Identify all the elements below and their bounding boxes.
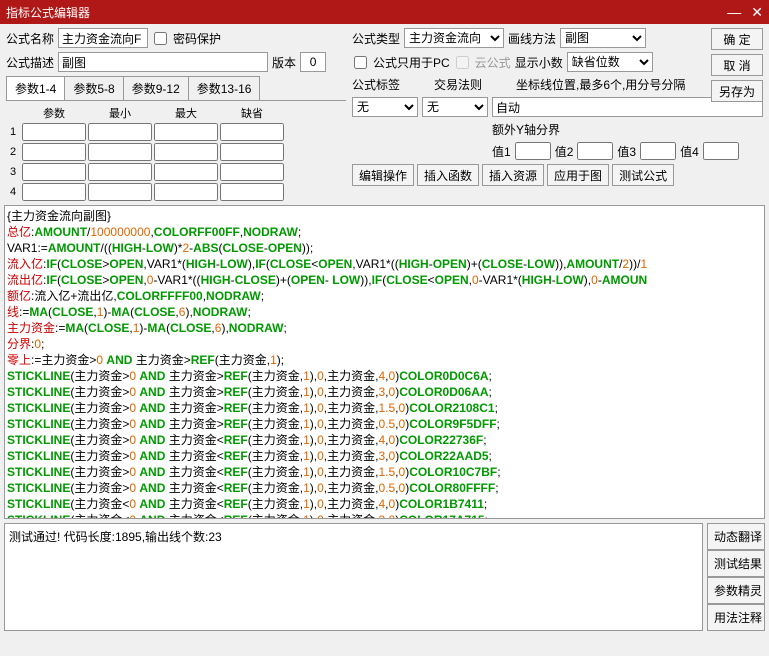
- pwd-protect-checkbox[interactable]: [154, 32, 167, 45]
- p1-def[interactable]: [220, 123, 284, 141]
- formula-name-label: 公式名称: [6, 30, 54, 47]
- pc-only-label: 公式只用于PC: [373, 54, 450, 71]
- p2-max[interactable]: [154, 143, 218, 161]
- p1-max[interactable]: [154, 123, 218, 141]
- p3-max[interactable]: [154, 163, 218, 181]
- pc-only-checkbox[interactable]: [354, 56, 367, 69]
- pwd-protect-label: 密码保护: [173, 30, 221, 47]
- version-input[interactable]: [300, 52, 326, 72]
- insert-func-button[interactable]: 插入函数: [417, 164, 479, 186]
- formula-type-select[interactable]: 主力资金流向: [404, 28, 504, 48]
- insert-res-button[interactable]: 插入资源: [482, 164, 544, 186]
- p3-name[interactable]: [22, 163, 86, 181]
- p4-max[interactable]: [154, 183, 218, 201]
- usage-button[interactable]: 用法注释: [707, 604, 765, 631]
- p1-min[interactable]: [88, 123, 152, 141]
- test-result-button[interactable]: 测试结果: [707, 550, 765, 577]
- p4-name[interactable]: [22, 183, 86, 201]
- formula-desc-input[interactable]: [58, 52, 268, 72]
- param-wizard-button[interactable]: 参数精灵: [707, 577, 765, 604]
- formula-desc-label: 公式描述: [6, 54, 54, 71]
- p4-min[interactable]: [88, 183, 152, 201]
- tab-param-13-16[interactable]: 参数13-16: [188, 76, 261, 100]
- y1-input[interactable]: [515, 142, 551, 160]
- p1-name[interactable]: [22, 123, 86, 141]
- cloud-label: 云公式: [475, 54, 511, 71]
- cancel-button[interactable]: 取 消: [711, 54, 763, 76]
- close-icon[interactable]: ✕: [751, 4, 763, 21]
- y4-input[interactable]: [703, 142, 739, 160]
- show-decimal-select[interactable]: 缺省位数: [567, 52, 653, 72]
- edit-op-button[interactable]: 编辑操作: [352, 164, 414, 186]
- draw-method-select[interactable]: 副图: [560, 28, 646, 48]
- trade-rule-label: 交易法则: [434, 76, 482, 93]
- p3-def[interactable]: [220, 163, 284, 181]
- extra-y-label: 额外Y轴分界: [492, 121, 560, 138]
- formula-tag-select[interactable]: 无: [352, 97, 418, 117]
- dyn-trans-button[interactable]: 动态翻译: [707, 523, 765, 550]
- version-label: 版本: [272, 54, 296, 71]
- apply-button[interactable]: 应用于图: [547, 164, 609, 186]
- p3-min[interactable]: [88, 163, 152, 181]
- test-button[interactable]: 测试公式: [612, 164, 674, 186]
- coord-pos-label: 坐标线位置,最多6个,用分号分隔: [516, 76, 685, 93]
- cloud-checkbox: [456, 56, 469, 69]
- p4-def[interactable]: [220, 183, 284, 201]
- minimize-icon[interactable]: —: [727, 4, 741, 21]
- p2-name[interactable]: [22, 143, 86, 161]
- tab-param-5-8[interactable]: 参数5-8: [64, 76, 123, 100]
- param-grid: 参数最小最大缺省 1 2 3 4: [6, 105, 346, 201]
- p2-min[interactable]: [88, 143, 152, 161]
- saveas-button[interactable]: 另存为: [711, 80, 763, 102]
- ok-button[interactable]: 确 定: [711, 28, 763, 50]
- code-editor[interactable]: {主力资金流向副图}总亿:AMOUNT/100000000,COLORFF00F…: [4, 205, 765, 519]
- y2-input[interactable]: [577, 142, 613, 160]
- formula-type-label: 公式类型: [352, 30, 400, 47]
- formula-name-input[interactable]: [58, 28, 148, 48]
- param-tabs: 参数1-4 参数5-8 参数9-12 参数13-16: [6, 76, 346, 101]
- show-decimal-label: 显示小数: [515, 54, 563, 71]
- formula-tag-label: 公式标签: [352, 76, 400, 93]
- status-bar: 测试通过! 代码长度:1895,输出线个数:23: [4, 523, 703, 631]
- titlebar: 指标公式编辑器 — ✕: [0, 0, 769, 24]
- y3-input[interactable]: [640, 142, 676, 160]
- tab-param-9-12[interactable]: 参数9-12: [123, 76, 189, 100]
- trade-rule-select[interactable]: 无: [422, 97, 488, 117]
- draw-method-label: 画线方法: [508, 30, 556, 47]
- p2-def[interactable]: [220, 143, 284, 161]
- tab-param-1-4[interactable]: 参数1-4: [6, 76, 65, 100]
- window-title: 指标公式编辑器: [6, 4, 90, 21]
